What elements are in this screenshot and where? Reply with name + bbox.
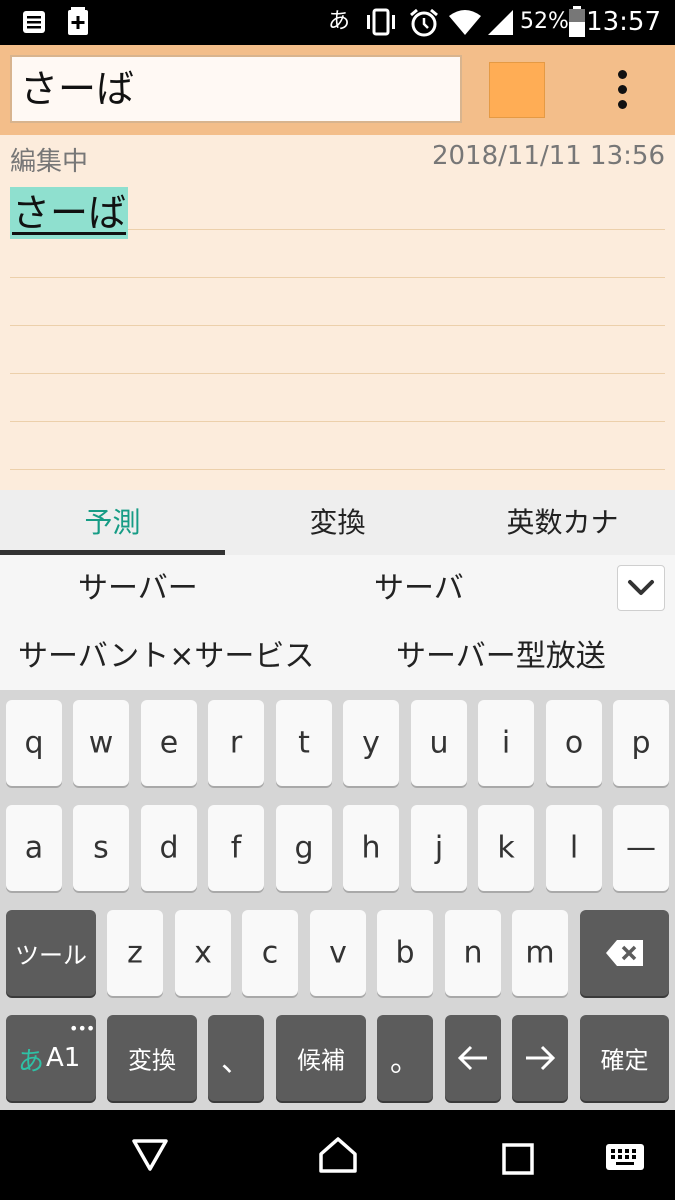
cursor-right-key[interactable] bbox=[512, 1015, 568, 1101]
ruled-line bbox=[10, 373, 665, 374]
key-i[interactable]: i bbox=[478, 700, 534, 786]
ruled-line bbox=[10, 421, 665, 422]
status-time: 13:57 bbox=[586, 7, 661, 37]
overflow-menu-icon[interactable] bbox=[606, 67, 640, 113]
key-n[interactable]: n bbox=[445, 910, 501, 996]
key-x[interactable]: x bbox=[175, 910, 231, 996]
suggestion-item[interactable]: サーバー型放送 bbox=[396, 637, 606, 677]
battery-percent: 52% bbox=[520, 9, 569, 34]
candidate-key[interactable]: 候補 bbox=[276, 1015, 366, 1101]
vibrate-icon bbox=[367, 8, 395, 36]
keyboard-icon[interactable] bbox=[605, 1143, 645, 1171]
key-t[interactable]: t bbox=[276, 700, 332, 786]
tab-alnum-kana[interactable]: 英数カナ bbox=[450, 490, 675, 555]
note-date: 2018/11/11 13:56 bbox=[431, 141, 665, 171]
suggestion-item[interactable]: サーバー bbox=[78, 569, 198, 609]
edit-status-label: 編集中 bbox=[10, 147, 89, 177]
app-bar: さーば bbox=[0, 45, 675, 135]
key-r[interactable]: r bbox=[208, 700, 264, 786]
mode-alpha-label: A1 bbox=[46, 1043, 81, 1073]
key-long-dash[interactable]: — bbox=[613, 805, 669, 891]
comma-key[interactable]: 、 bbox=[208, 1015, 264, 1101]
backspace-icon bbox=[606, 940, 643, 966]
sim-plus-icon bbox=[68, 7, 88, 35]
status-bar: あ 52% 13:57 bbox=[0, 0, 675, 45]
key-u[interactable]: u bbox=[411, 700, 467, 786]
recents-icon[interactable] bbox=[502, 1143, 534, 1175]
arrow-left-icon bbox=[457, 1045, 487, 1071]
key-f[interactable]: f bbox=[208, 805, 264, 891]
key-k[interactable]: k bbox=[478, 805, 534, 891]
key-j[interactable]: j bbox=[411, 805, 467, 891]
back-icon[interactable] bbox=[131, 1138, 169, 1172]
ruled-line bbox=[10, 469, 665, 470]
key-m[interactable]: m bbox=[512, 910, 568, 996]
ime-tab-bar: 予測 変換 英数カナ bbox=[0, 490, 675, 555]
suggestion-item[interactable]: サーバ bbox=[374, 569, 464, 609]
tab-conversion[interactable]: 変換 bbox=[225, 490, 450, 555]
key-a[interactable]: a bbox=[6, 805, 62, 891]
expand-suggestions-button[interactable] bbox=[617, 565, 665, 611]
backspace-key[interactable] bbox=[580, 910, 669, 996]
ruled-line bbox=[10, 325, 665, 326]
ime-indicator: あ bbox=[328, 9, 351, 34]
key-l[interactable]: l bbox=[546, 805, 602, 891]
chevron-down-icon bbox=[628, 580, 654, 595]
key-d[interactable]: d bbox=[141, 805, 197, 891]
software-keyboard: q w e r t y u i o p a s d f g h j k l — … bbox=[0, 690, 675, 1110]
key-c[interactable]: c bbox=[242, 910, 298, 996]
navigation-bar bbox=[0, 1110, 675, 1200]
battery-icon bbox=[569, 6, 585, 37]
key-q[interactable]: q bbox=[6, 700, 62, 786]
input-mode-key[interactable]: あ A1 ••• bbox=[6, 1015, 96, 1101]
arrow-right-icon bbox=[526, 1045, 556, 1071]
key-y[interactable]: y bbox=[343, 700, 399, 786]
notes-icon bbox=[23, 11, 45, 33]
period-key[interactable]: 。 bbox=[377, 1015, 433, 1101]
title-input[interactable]: さーば bbox=[10, 55, 462, 123]
key-e[interactable]: e bbox=[141, 700, 197, 786]
tab-prediction[interactable]: 予測 bbox=[0, 490, 225, 555]
mode-kana-label: あ bbox=[18, 1047, 45, 1077]
key-o[interactable]: o bbox=[546, 700, 602, 786]
cursor-left-key[interactable] bbox=[445, 1015, 501, 1101]
home-icon[interactable] bbox=[318, 1136, 358, 1174]
note-editor[interactable]: 編集中 2018/11/11 13:56 さーば bbox=[0, 135, 675, 490]
suggestion-bar: サーバー サーバ サーバント×サービス サーバー型放送 bbox=[0, 555, 675, 690]
confirm-key[interactable]: 確定 bbox=[580, 1015, 669, 1101]
key-w[interactable]: w bbox=[73, 700, 129, 786]
key-z[interactable]: z bbox=[107, 910, 163, 996]
key-g[interactable]: g bbox=[276, 805, 332, 891]
key-v[interactable]: v bbox=[310, 910, 366, 996]
suggestion-item[interactable]: サーバント×サービス bbox=[18, 637, 314, 677]
alarm-icon bbox=[410, 8, 438, 37]
convert-key[interactable]: 変換 bbox=[107, 1015, 197, 1101]
wifi-icon bbox=[449, 10, 481, 35]
key-s[interactable]: s bbox=[73, 805, 129, 891]
note-body-text[interactable]: さーば bbox=[10, 187, 129, 239]
key-b[interactable]: b bbox=[377, 910, 433, 996]
color-picker-button[interactable] bbox=[489, 62, 545, 118]
key-h[interactable]: h bbox=[343, 805, 399, 891]
ruled-line bbox=[10, 277, 665, 278]
more-dots-icon: ••• bbox=[69, 1019, 95, 1038]
key-p[interactable]: p bbox=[613, 700, 669, 786]
signal-icon bbox=[488, 10, 513, 35]
tool-key[interactable]: ツール bbox=[6, 910, 96, 996]
